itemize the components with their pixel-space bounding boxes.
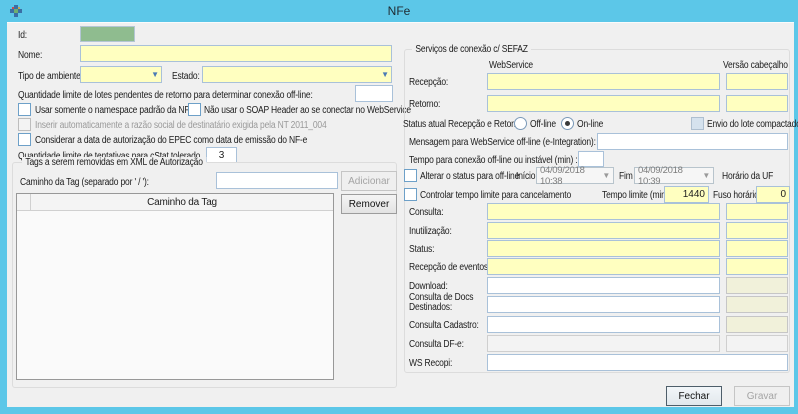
webservice-column-header: WebService bbox=[489, 60, 533, 71]
estado-label: Estado: bbox=[172, 71, 200, 82]
chevron-down-icon: ▼ bbox=[151, 70, 159, 79]
envio-lote-compactado-checkbox bbox=[691, 117, 704, 130]
nome-input[interactable] bbox=[80, 45, 392, 62]
recepcao-label: Recepção: bbox=[409, 77, 448, 88]
status-webservice-input[interactable] bbox=[487, 240, 720, 257]
consulta-dfe-label: Consulta DF-e: bbox=[409, 339, 464, 350]
controlar-tempo-checkbox[interactable] bbox=[404, 188, 417, 201]
inutilizacao-webservice-input[interactable] bbox=[487, 222, 720, 239]
consulta-webservice-input[interactable] bbox=[487, 203, 720, 220]
recepcao-eventos-versao-input[interactable] bbox=[726, 258, 788, 275]
consulta-cadastro-versao-input bbox=[726, 316, 788, 333]
fim-date-value: 04/09/2018 10:39 bbox=[638, 165, 702, 187]
consulta-label: Consulta: bbox=[409, 207, 443, 218]
inicio-datepicker[interactable]: 04/09/2018 10:38 ▼ bbox=[536, 167, 614, 184]
consulta-docs-webservice-input[interactable] bbox=[487, 296, 720, 313]
nao-usar-soap-checkbox[interactable] bbox=[188, 103, 201, 116]
mensagem-offline-input[interactable] bbox=[597, 133, 788, 150]
id-label: Id: bbox=[18, 30, 27, 41]
status-versao-input[interactable] bbox=[726, 240, 788, 257]
fim-datepicker[interactable]: 04/09/2018 10:39 ▼ bbox=[634, 167, 714, 184]
consulta-cadastro-webservice-input[interactable] bbox=[487, 316, 720, 333]
usar-namespace-checkbox[interactable] bbox=[18, 103, 31, 116]
status-label: Status: bbox=[409, 244, 434, 255]
fuso-horario-label: Fuso horário: bbox=[713, 190, 761, 201]
download-label: Download: bbox=[409, 281, 448, 292]
alterar-status-checkbox[interactable] bbox=[404, 169, 417, 182]
recepcao-eventos-webservice-input[interactable] bbox=[487, 258, 720, 275]
window-title: NFe bbox=[388, 4, 411, 18]
usar-namespace-label: Usar somente o namespace padrão da NF-e bbox=[35, 105, 197, 116]
retorno-versao-input[interactable] bbox=[726, 95, 788, 112]
title-bar: NFe bbox=[0, 0, 798, 22]
versao-cabecalho-column-header: Versão cabeçalho bbox=[723, 60, 788, 71]
offline-radio[interactable] bbox=[514, 117, 527, 130]
tipo-ambiente-select[interactable]: ▼ bbox=[80, 66, 162, 83]
gravar-button[interactable]: Gravar bbox=[734, 386, 790, 406]
nao-usar-soap-label: Não usar o SOAP Header ao se conectar no… bbox=[204, 105, 411, 116]
inserir-razao-social-label: Inserir automaticamente a razão social d… bbox=[35, 120, 326, 131]
ws-recopi-input[interactable] bbox=[487, 354, 788, 371]
estado-select[interactable]: ▼ bbox=[202, 66, 392, 83]
ws-recopi-label: WS Recopi: bbox=[409, 358, 452, 369]
caminho-tag-input[interactable] bbox=[216, 172, 338, 189]
chevron-down-icon: ▼ bbox=[702, 171, 710, 180]
consulta-dfe-webservice-input bbox=[487, 335, 720, 352]
chevron-down-icon: ▼ bbox=[602, 171, 610, 180]
caminho-tag-label: Caminho da Tag (separado por ' / '): bbox=[20, 177, 149, 188]
considerar-epec-checkbox[interactable] bbox=[18, 133, 31, 146]
recepcao-webservice-input[interactable] bbox=[487, 73, 720, 90]
fim-label: Fim bbox=[619, 171, 633, 182]
fechar-button[interactable]: Fechar bbox=[666, 386, 722, 406]
download-versao-input bbox=[726, 277, 788, 294]
retorno-label: Retorno: bbox=[409, 99, 440, 110]
controlar-tempo-label: Controlar tempo limite para cancelamento bbox=[420, 190, 571, 201]
nfe-window: NFe Id: Nome: Tipo de ambiente: ▼ Estado… bbox=[0, 0, 798, 414]
grid-corner-cell bbox=[17, 194, 31, 211]
app-icon bbox=[9, 4, 23, 18]
sefaz-groupbox-title: Serviços de conexão c/ SEFAZ bbox=[412, 44, 531, 55]
status-atual-label: Status atual Recepção e Retorno: bbox=[403, 119, 525, 130]
nome-label: Nome: bbox=[18, 50, 42, 61]
inserir-razao-social-checkbox bbox=[18, 118, 31, 131]
inutilizacao-versao-input[interactable] bbox=[726, 222, 788, 239]
mensagem-offline-label: Mensagem para WebService off-line (e-Int… bbox=[409, 137, 596, 148]
grid-header-row: Caminho da Tag bbox=[17, 194, 333, 211]
remover-button[interactable]: Remover bbox=[341, 194, 397, 214]
offline-radio-label[interactable]: Off-line bbox=[530, 119, 556, 130]
inutilizacao-label: Inutilização: bbox=[409, 226, 452, 237]
envio-lote-compactado-label: Envio do lote compactado bbox=[707, 119, 798, 130]
online-radio[interactable] bbox=[561, 117, 574, 130]
inicio-date-value: 04/09/2018 10:38 bbox=[540, 165, 602, 187]
recepcao-versao-input[interactable] bbox=[726, 73, 788, 90]
tempo-limite-label: Tempo limite (min): bbox=[602, 190, 671, 201]
consulta-versao-input[interactable] bbox=[726, 203, 788, 220]
tempo-limite-input[interactable] bbox=[664, 186, 709, 203]
download-webservice-input[interactable] bbox=[487, 277, 720, 294]
recepcao-eventos-label: Recepção de eventos: bbox=[409, 262, 490, 273]
inicio-label: Início bbox=[516, 171, 535, 182]
id-value-box bbox=[80, 26, 135, 42]
tipo-ambiente-label: Tipo de ambiente: bbox=[18, 71, 83, 82]
caminho-tag-grid[interactable]: Caminho da Tag bbox=[16, 193, 334, 380]
cstat-input[interactable] bbox=[206, 147, 237, 163]
adicionar-button[interactable]: Adicionar bbox=[341, 171, 397, 191]
consulta-cadastro-label: Consulta Cadastro: bbox=[409, 320, 479, 331]
lotes-pendentes-label: Quantidade limite de lotes pendentes de … bbox=[18, 90, 313, 101]
chevron-down-icon: ▼ bbox=[381, 70, 389, 79]
alterar-status-label: Alterar o status para off-line bbox=[420, 171, 519, 182]
considerar-epec-label: Considerar a data de autorização do EPEC… bbox=[35, 135, 307, 146]
consulta-dfe-versao-input bbox=[726, 335, 788, 352]
horario-uf-label: Horário da UF bbox=[722, 171, 773, 182]
online-radio-label[interactable]: On-line bbox=[577, 119, 603, 130]
consulta-docs-destinados-label: Consulta de Docs Destinados: bbox=[409, 293, 477, 313]
consulta-docs-versao-input bbox=[726, 296, 788, 313]
lotes-pendentes-input[interactable] bbox=[355, 85, 393, 102]
tags-groupbox-title: Tags a serem removidas em XML de Autoriz… bbox=[22, 157, 206, 168]
fuso-horario-input[interactable] bbox=[756, 186, 790, 203]
retorno-webservice-input[interactable] bbox=[487, 95, 720, 112]
grid-column-header[interactable]: Caminho da Tag bbox=[31, 194, 333, 211]
